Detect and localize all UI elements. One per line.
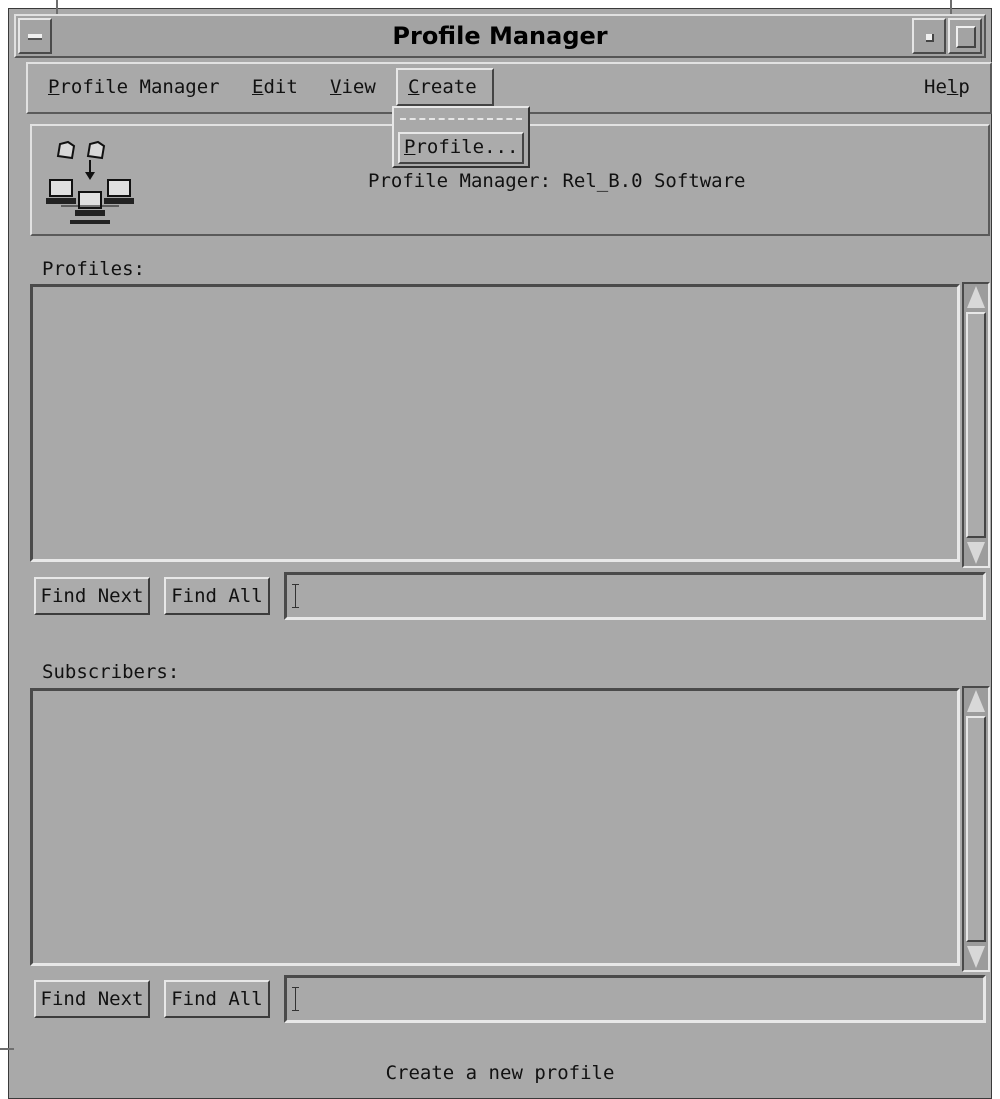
- status-message: Create a new profile: [385, 1062, 615, 1084]
- menu-help[interactable]: Help: [924, 76, 970, 98]
- maximize-icon: [956, 26, 976, 48]
- scroll-up-arrow-icon[interactable]: [967, 690, 985, 712]
- window-title: Profile Manager: [392, 22, 608, 50]
- profiles-find-all-button[interactable]: Find All: [164, 577, 270, 615]
- menu-edit[interactable]: Edit: [252, 76, 298, 98]
- create-dropdown-menu: Profile...: [392, 106, 530, 168]
- profiles-find-next-button[interactable]: Find Next: [34, 577, 150, 615]
- subscribers-scrollbar[interactable]: [962, 686, 990, 972]
- menu-profile-manager[interactable]: Profile Manager: [48, 76, 220, 98]
- profiles-list[interactable]: [30, 284, 960, 562]
- tear-off-line[interactable]: [400, 118, 522, 120]
- subscribers-search-input[interactable]: [284, 975, 986, 1023]
- subscribers-label: Subscribers:: [42, 661, 180, 683]
- profile-manager-network-icon: [46, 140, 134, 224]
- profiles-search-input[interactable]: [284, 572, 986, 620]
- profiles-scroll-thumb[interactable]: [966, 312, 986, 538]
- profiles-scrollbar[interactable]: [962, 282, 990, 568]
- window-resize-handle-top-right[interactable]: [950, 0, 952, 14]
- subscribers-find-next-button[interactable]: Find Next: [34, 980, 150, 1018]
- menu-create[interactable]: Create: [408, 76, 477, 98]
- minimize-icon: [926, 34, 934, 42]
- maximize-button[interactable]: [948, 18, 982, 54]
- window-resize-handle-top[interactable]: [56, 0, 58, 14]
- menu-item-profile[interactable]: Profile...: [398, 132, 524, 164]
- window-resize-handle-left[interactable]: [0, 1048, 14, 1050]
- subscribers-list[interactable]: [30, 688, 960, 966]
- scroll-up-arrow-icon[interactable]: [967, 286, 985, 308]
- scroll-down-arrow-icon[interactable]: [967, 542, 985, 564]
- title-bar[interactable]: Profile Manager: [14, 14, 986, 58]
- scroll-down-arrow-icon[interactable]: [967, 946, 985, 968]
- subscribers-scroll-thumb[interactable]: [966, 716, 986, 942]
- menu-view[interactable]: View: [330, 76, 376, 98]
- header-title: Profile Manager: Rel_B.0 Software: [368, 170, 746, 192]
- minimize-button[interactable]: [912, 18, 946, 54]
- profiles-label: Profiles:: [42, 258, 145, 280]
- subscribers-find-all-button[interactable]: Find All: [164, 980, 270, 1018]
